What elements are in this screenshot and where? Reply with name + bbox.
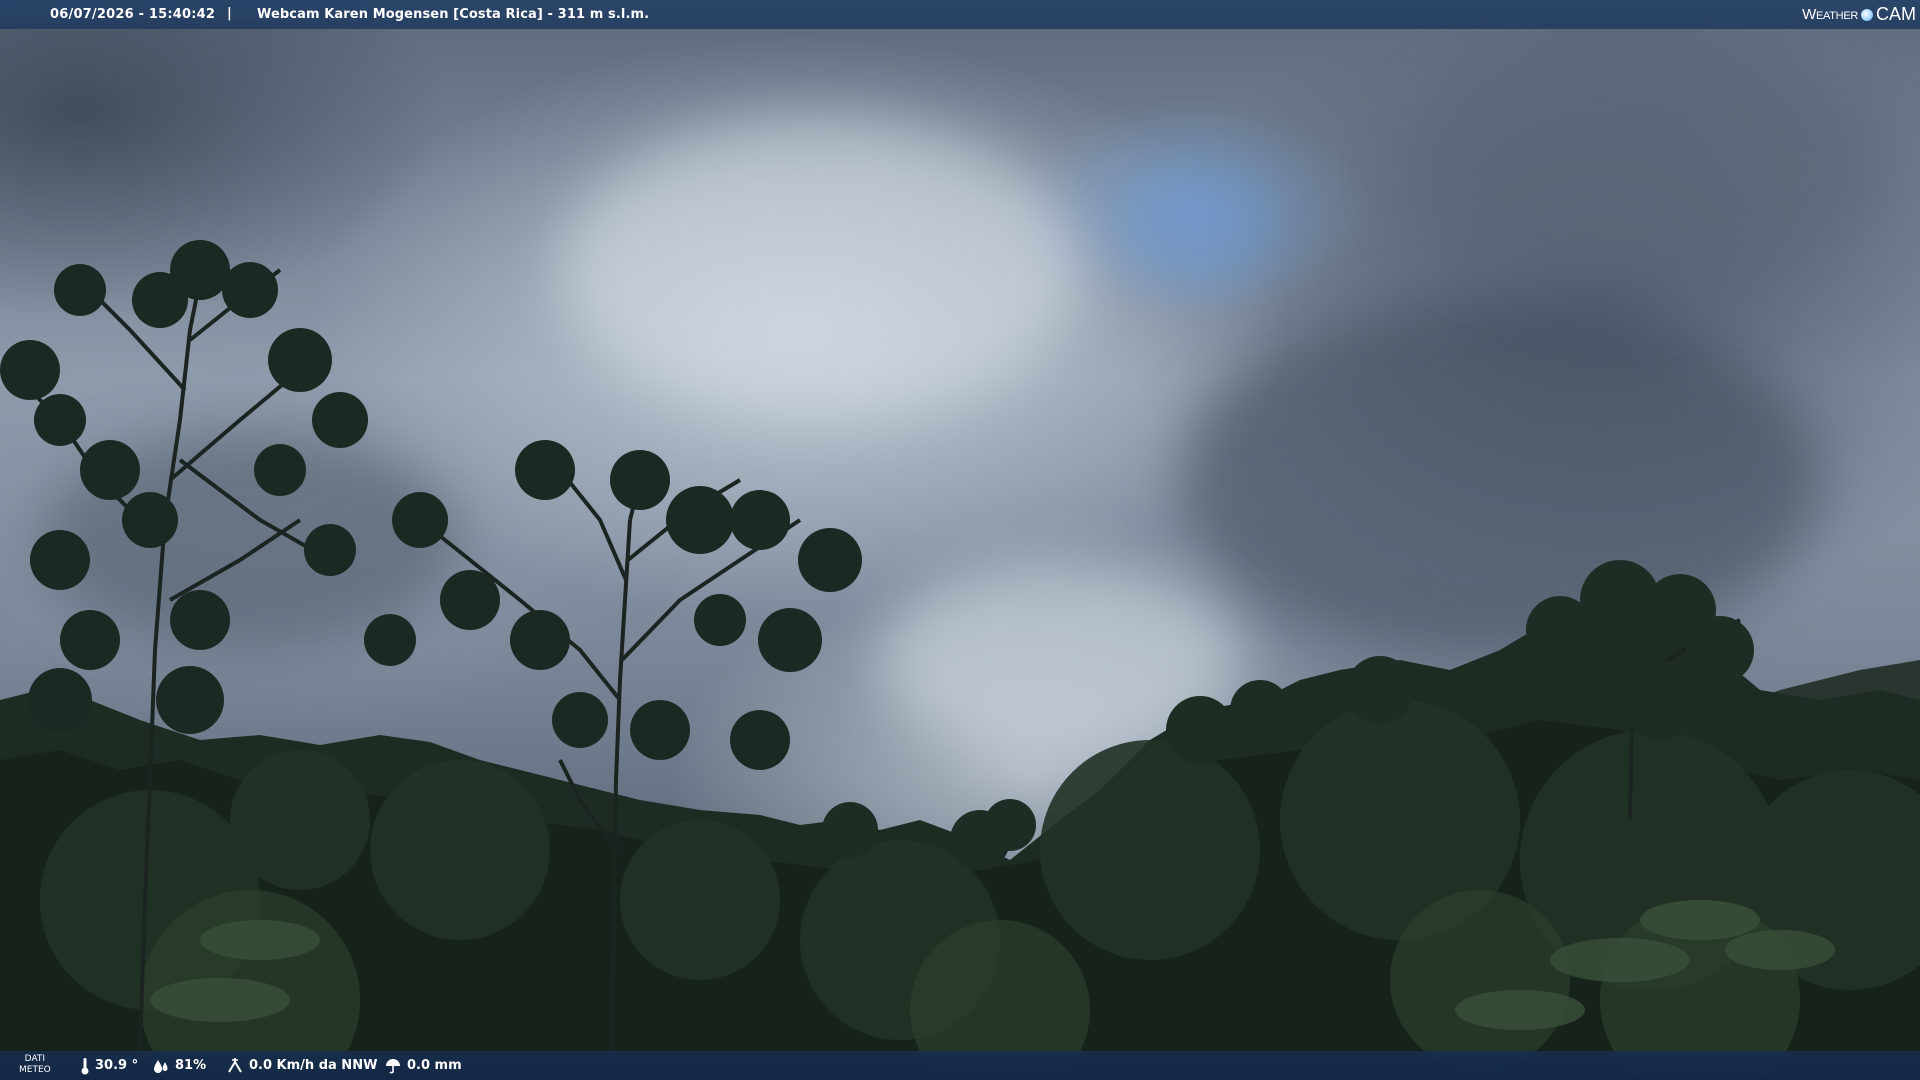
center-tree-leaves bbox=[364, 440, 862, 770]
webcam-location: Webcam Karen Mogensen [Costa Rica] - 311… bbox=[257, 7, 650, 22]
rain-value: 0.0 mm bbox=[407, 1058, 462, 1073]
humidity-value: 81% bbox=[175, 1058, 207, 1073]
brand-cam-text: CAM bbox=[1876, 4, 1916, 24]
humidity-drop-icon bbox=[154, 1059, 168, 1073]
globe-icon bbox=[1861, 8, 1873, 21]
wind-reading: 0.0 Km/h da NNW bbox=[226, 1051, 377, 1080]
left-tree-leaves bbox=[0, 240, 368, 734]
rain-reading: 0.0 mm bbox=[384, 1051, 462, 1080]
webcam-view: 06/07/2026 - 15:40:42 | Webcam Karen Mog… bbox=[0, 0, 1920, 1080]
thermometer-icon bbox=[81, 1057, 89, 1074]
header-separator: | bbox=[227, 6, 232, 21]
timestamp: 06/07/2026 - 15:40:42 bbox=[50, 7, 216, 22]
brand-weather-text: Weather bbox=[1802, 6, 1858, 23]
temperature-reading: 30.9 ° bbox=[80, 1051, 138, 1080]
wind-value: 0.0 Km/h da NNW bbox=[249, 1058, 378, 1073]
temperature-value: 30.9 ° bbox=[95, 1058, 139, 1073]
weather-data-bar: DATI METEO 30.9 ° 81% 0.0 Km/h da NNW 0.… bbox=[0, 1051, 1920, 1080]
rain-umbrella-icon bbox=[386, 1058, 400, 1073]
label-line-2: METEO bbox=[19, 1065, 51, 1075]
wind-icon bbox=[228, 1057, 242, 1073]
label-line-1: DATI bbox=[24, 1054, 46, 1064]
forest-silhouette bbox=[0, 240, 1920, 1080]
humidity-reading: 81% bbox=[152, 1051, 206, 1080]
weathercam-logo[interactable]: Weather CAM bbox=[1802, 4, 1916, 25]
header-bar: 06/07/2026 - 15:40:42 | Webcam Karen Mog… bbox=[0, 0, 1920, 29]
dati-meteo-label: DATI METEO bbox=[19, 1054, 51, 1076]
